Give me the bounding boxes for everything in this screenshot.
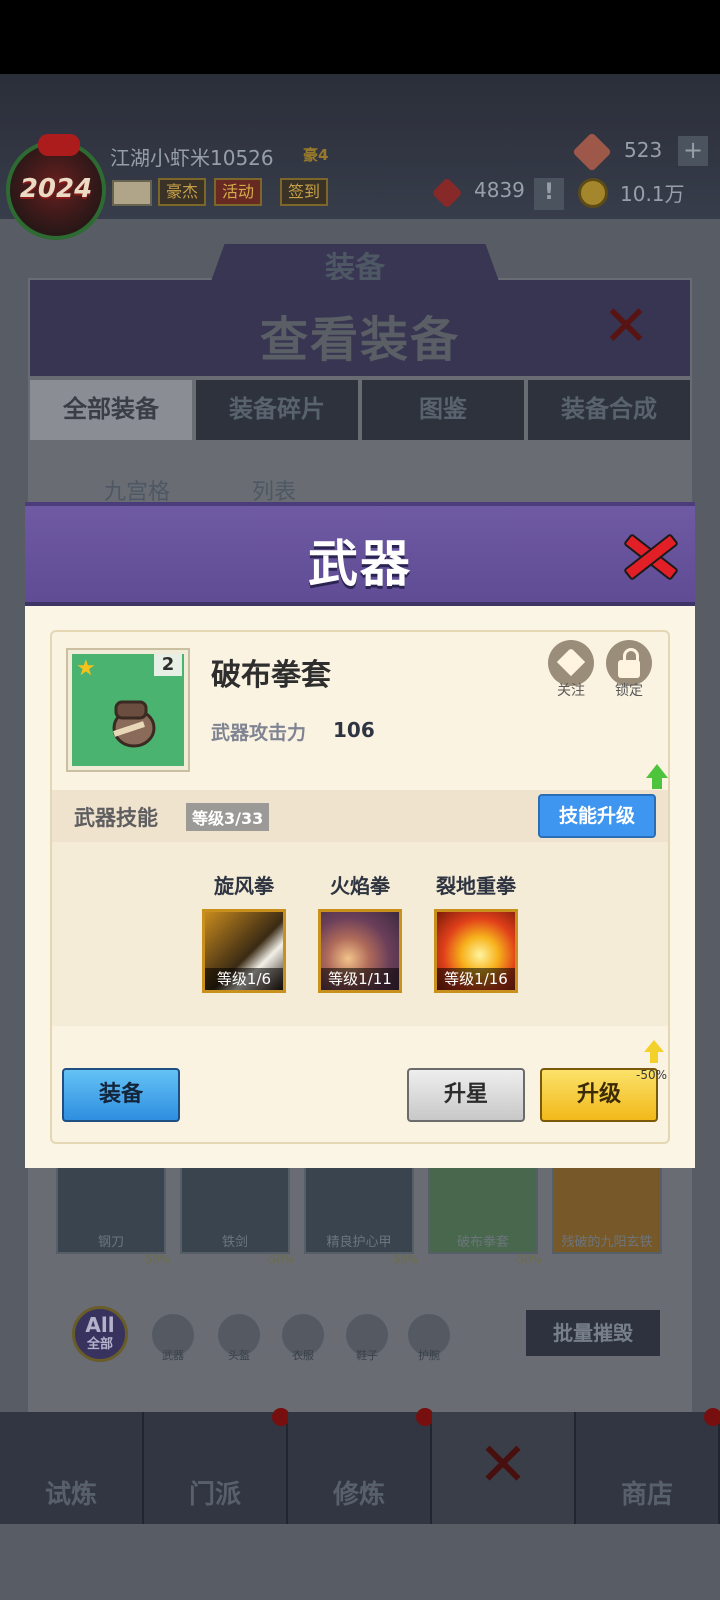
discount-label: -50%	[636, 1068, 668, 1082]
skills-header: 武器技能 等级3/33 技能升级	[52, 764, 668, 842]
skills-list: 旋风拳 等级1/6 火焰拳 等级1/11 裂地重拳 等级1/16	[52, 842, 668, 1026]
follow-label: 关注	[557, 683, 585, 699]
star-up-button[interactable]: 升星	[407, 1068, 525, 1122]
item-level: 2	[154, 654, 182, 676]
lock-label: 锁定	[615, 683, 643, 699]
modal-header: 武器	[25, 502, 695, 606]
attack-label: 武器攻击力	[211, 722, 307, 744]
whirlwind-fist-icon: 等级1/6	[202, 909, 286, 993]
skill-name: 裂地重拳	[436, 874, 516, 898]
weapon-card: ★ 2 破布拳套 武器攻击力 106 关注 锁定 武器技能 等级3/33 技能升…	[50, 630, 670, 1144]
arrow-up-icon	[644, 1040, 664, 1063]
attack-value: 106	[333, 718, 375, 742]
skill-name: 火焰拳	[330, 874, 390, 898]
skill-item[interactable]: 裂地重拳 等级1/16	[434, 870, 518, 993]
skill-level: 等级1/6	[205, 968, 283, 990]
arrow-up-icon	[646, 764, 668, 789]
skills-title: 武器技能	[74, 806, 158, 830]
close-icon[interactable]	[621, 526, 681, 586]
upgrade-skill-button[interactable]: 技能升级	[538, 794, 656, 838]
star-icon: ★	[76, 656, 96, 681]
skill-item[interactable]: 火焰拳 等级1/11	[318, 870, 402, 993]
skill-name: 旋风拳	[214, 874, 274, 898]
equip-button[interactable]: 装备	[62, 1068, 180, 1122]
item-icon: ★ 2	[68, 650, 188, 770]
modal-title: 武器	[308, 535, 412, 593]
item-name: 破布拳套	[211, 658, 331, 693]
heart-icon	[556, 647, 586, 677]
skill-level: 等级1/16	[437, 968, 515, 990]
flame-fist-icon: 等级1/11	[318, 909, 402, 993]
weapon-modal: 武器 ★ 2 破布拳套 武器攻击力 106 关注 锁定 武器技能 等级3/33 …	[25, 502, 695, 1168]
skill-item[interactable]: 旋风拳 等级1/6	[202, 870, 286, 993]
skills-level-badge: 等级3/33	[186, 803, 270, 831]
ground-smash-icon: 等级1/16	[434, 909, 518, 993]
lock-body	[618, 660, 640, 678]
skill-level: 等级1/11	[321, 968, 399, 990]
glove-icon	[112, 700, 156, 748]
